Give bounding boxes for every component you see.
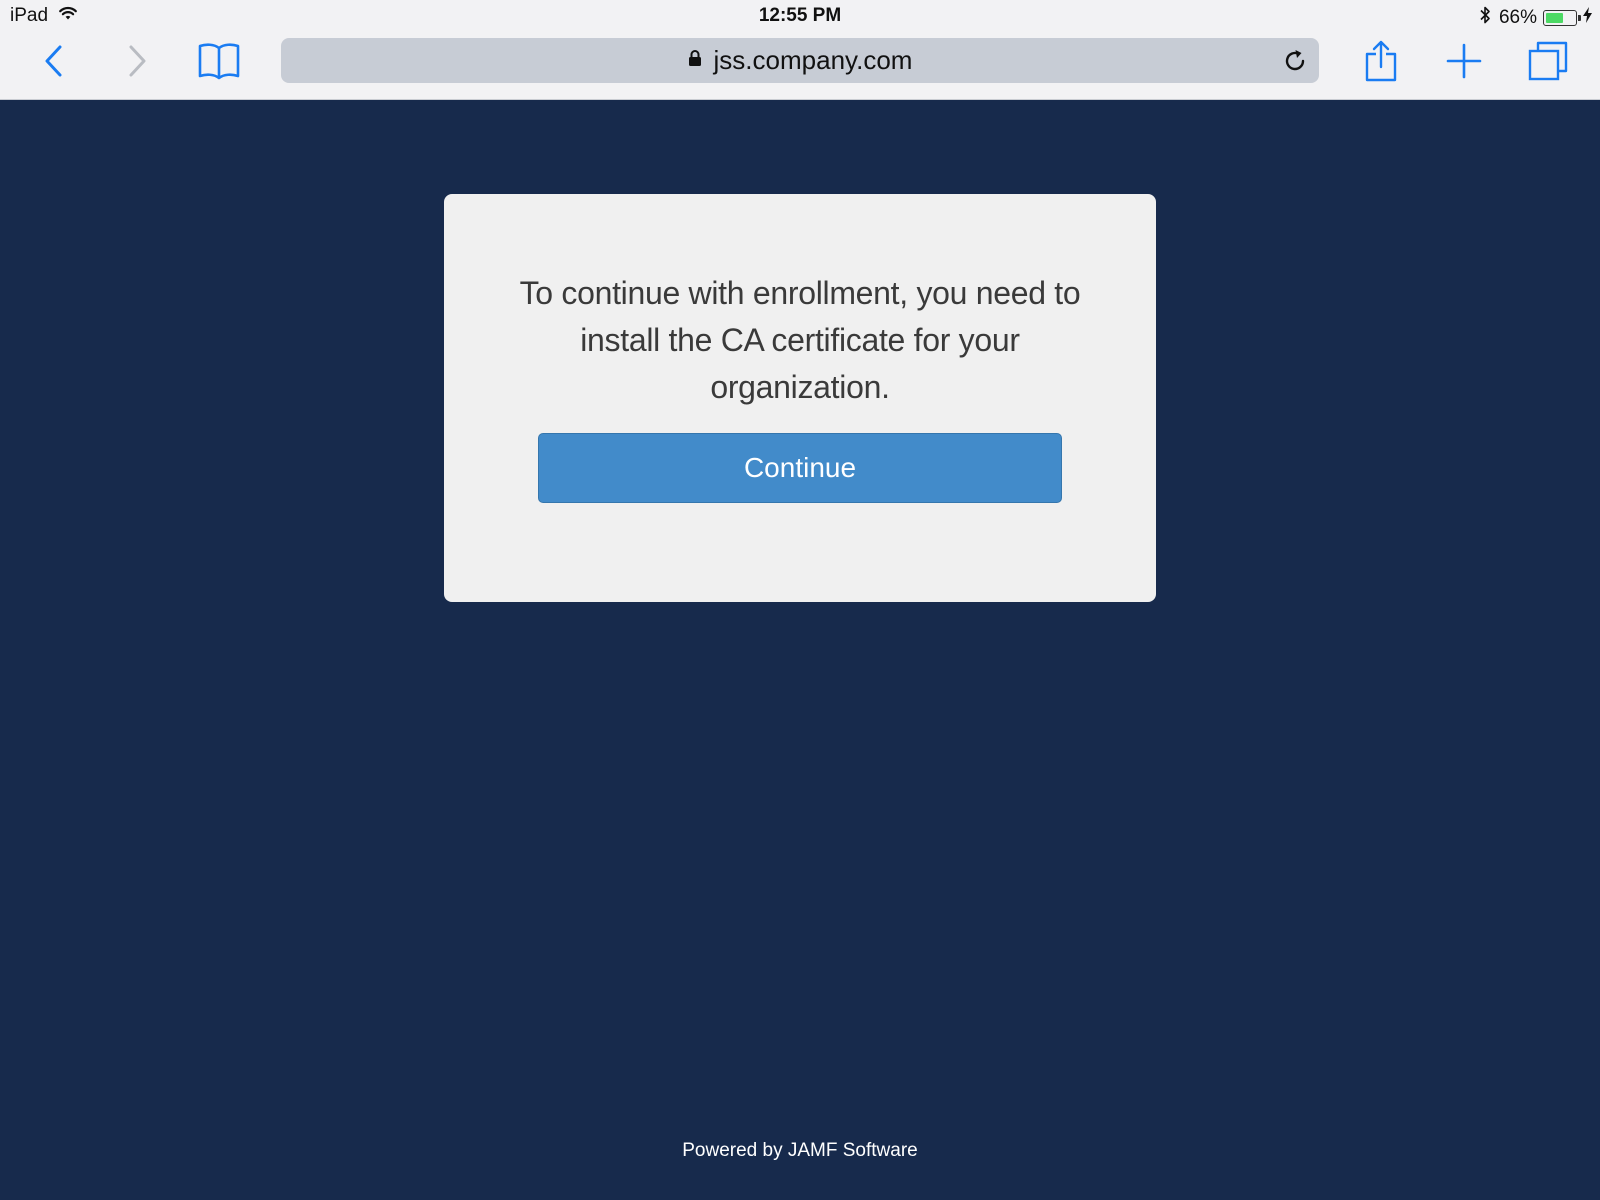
back-button[interactable] — [31, 38, 77, 84]
status-bar: iPad 12:55 PM 66% — [0, 0, 1600, 34]
enrollment-message: To continue with enrollment, you need to… — [519, 275, 1081, 405]
forward-button[interactable] — [114, 38, 160, 84]
status-right: 66% — [1479, 5, 1592, 31]
plus-icon — [1446, 43, 1482, 79]
charging-bolt-icon — [1583, 7, 1592, 29]
reload-icon — [1285, 50, 1305, 71]
battery-percent: 66% — [1498, 7, 1537, 28]
footer-powered-by: Powered by JAMF Software — [682, 1140, 918, 1161]
book-icon — [198, 43, 240, 80]
browser-chrome: iPad 12:55 PM 66% jss.company.com — [0, 0, 1600, 100]
chevron-left-icon — [45, 45, 62, 77]
bookmarks-button[interactable] — [196, 38, 242, 84]
enrollment-card: To continue with enrollment, you need to… — [444, 194, 1156, 602]
lock-icon — [688, 49, 702, 72]
url-text: jss.company.com — [713, 45, 913, 75]
reload-button[interactable] — [1281, 47, 1309, 75]
tabs-button[interactable] — [1525, 38, 1571, 84]
address-bar[interactable]: jss.company.com — [281, 38, 1319, 83]
bluetooth-icon — [1479, 5, 1491, 31]
status-time: 12:55 PM — [758, 5, 842, 26]
new-tab-button[interactable] — [1441, 38, 1487, 84]
share-button[interactable] — [1358, 38, 1404, 84]
tabs-icon — [1528, 41, 1568, 81]
chevron-right-icon — [129, 45, 146, 77]
continue-button[interactable]: Continue — [538, 433, 1062, 503]
battery-icon — [1543, 10, 1581, 26]
share-icon — [1365, 40, 1397, 82]
battery-level — [1546, 13, 1564, 23]
